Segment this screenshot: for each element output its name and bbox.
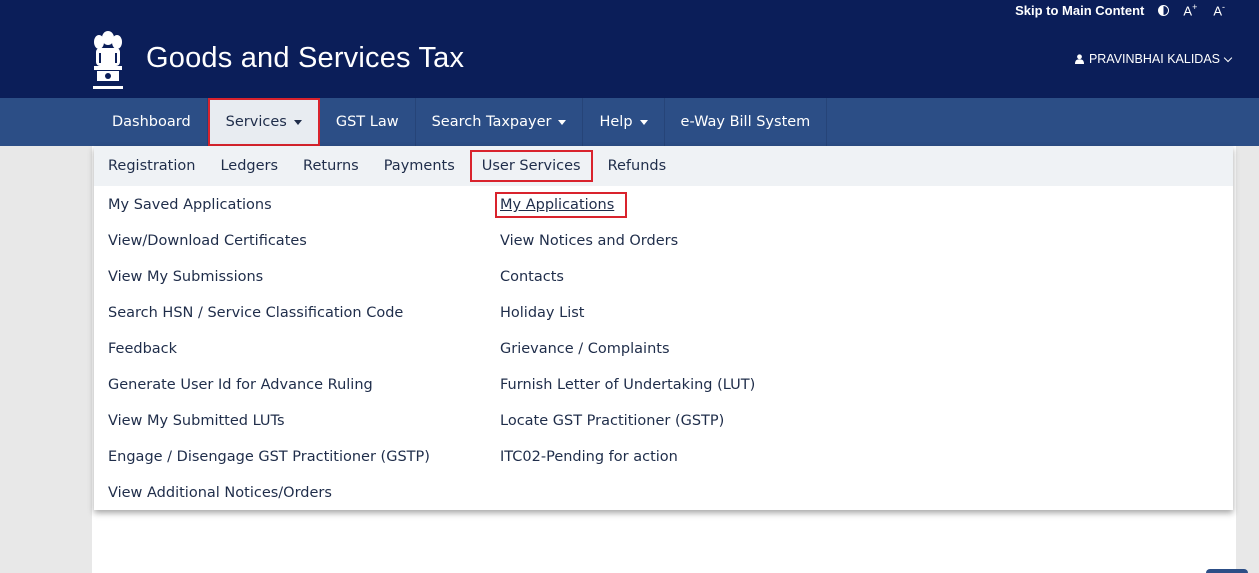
back-to-top-button[interactable] xyxy=(1206,569,1248,573)
user-icon xyxy=(1074,54,1084,64)
services-mega-menu: Registration Ledgers Returns Payments Us… xyxy=(94,146,1233,510)
nav-gst-law[interactable]: GST Law xyxy=(320,98,416,146)
menu-link-my-applications[interactable]: My Applications xyxy=(494,186,755,222)
menu-link-view-notices-orders[interactable]: View Notices and Orders xyxy=(500,222,755,258)
font-decrease-minus: - xyxy=(1222,1,1225,12)
nav-help-label: Help xyxy=(599,114,633,130)
nav-gst-law-label: GST Law xyxy=(335,114,399,130)
font-increase-plus: + xyxy=(1192,1,1198,12)
nav-help[interactable]: Help xyxy=(583,98,665,146)
subnav-user-services[interactable]: User Services xyxy=(469,150,593,182)
services-subnav: Registration Ledgers Returns Payments Us… xyxy=(94,146,1233,186)
menu-column-right: My Applications View Notices and Orders … xyxy=(494,186,755,474)
menu-link-view-download-certificates[interactable]: View/Download Certificates xyxy=(108,222,430,258)
nav-services[interactable]: Services xyxy=(207,98,320,146)
menu-link-view-additional-notices[interactable]: View Additional Notices/Orders xyxy=(108,474,430,510)
chevron-down-icon xyxy=(1223,53,1233,62)
menu-link-furnish-lut[interactable]: Furnish Letter of Undertaking (LUT) xyxy=(500,366,755,402)
emblem-icon[interactable] xyxy=(90,28,126,92)
subnav-ledgers[interactable]: Ledgers xyxy=(210,150,288,182)
menu-link-grievance-complaints[interactable]: Grievance / Complaints xyxy=(500,330,755,366)
nav-eway-bill-label: e-Way Bill System xyxy=(680,114,811,130)
site-title[interactable]: Goods and Services Tax xyxy=(146,42,464,75)
menu-link-view-submitted-luts[interactable]: View My Submitted LUTs xyxy=(108,402,430,438)
menu-link-my-saved-applications[interactable]: My Saved Applications xyxy=(108,186,430,222)
nav-search-taxpayer[interactable]: Search Taxpayer xyxy=(416,98,584,146)
menu-column-left: My Saved Applications View/Download Cert… xyxy=(108,186,430,510)
menu-link-view-my-submissions[interactable]: View My Submissions xyxy=(108,258,430,294)
menu-link-contacts[interactable]: Contacts xyxy=(500,258,755,294)
user-name: PRAVINBHAI KALIDAS xyxy=(1088,52,1220,66)
user-account-menu[interactable]: PRAVINBHAI KALIDAS xyxy=(1074,52,1233,66)
utility-links: Skip to Main Content A+ A- xyxy=(1015,0,1259,20)
site-header: Goods and Services Tax PRAVINBHAI KALIDA… xyxy=(0,20,1259,98)
font-decrease-button[interactable]: A- xyxy=(1213,2,1225,18)
menu-link-generate-user-id-advance-ruling[interactable]: Generate User Id for Advance Ruling xyxy=(108,366,430,402)
nav-dashboard-label: Dashboard xyxy=(112,114,191,130)
top-utility-bar: Skip to Main Content A+ A- xyxy=(0,0,1259,20)
menu-link-feedback[interactable]: Feedback xyxy=(108,330,430,366)
subnav-returns[interactable]: Returns xyxy=(293,150,369,182)
contrast-icon[interactable] xyxy=(1158,4,1170,16)
main-navbar: Dashboard Services GST Law Search Taxpay… xyxy=(0,98,1259,146)
skip-to-main-content-link[interactable]: Skip to Main Content xyxy=(1015,3,1144,18)
caret-down-icon xyxy=(558,119,567,125)
font-increase-letter: A xyxy=(1183,3,1193,19)
font-decrease-letter: A xyxy=(1213,3,1222,19)
nav-dashboard[interactable]: Dashboard xyxy=(96,98,208,146)
menu-link-search-hsn[interactable]: Search HSN / Service Classification Code xyxy=(108,294,430,330)
menu-link-itc02-pending[interactable]: ITC02-Pending for action xyxy=(500,438,755,474)
menu-link-locate-gstp[interactable]: Locate GST Practitioner (GSTP) xyxy=(500,402,755,438)
subnav-payments[interactable]: Payments xyxy=(374,150,465,182)
menu-link-my-applications-label: My Applications xyxy=(494,192,628,218)
nav-services-label: Services xyxy=(225,114,287,130)
caret-down-icon xyxy=(639,119,648,125)
subnav-registration[interactable]: Registration xyxy=(98,150,205,182)
menu-link-holiday-list[interactable]: Holiday List xyxy=(500,294,755,330)
menu-link-engage-disengage-gstp[interactable]: Engage / Disengage GST Practitioner (GST… xyxy=(108,438,430,474)
font-increase-button[interactable]: A+ xyxy=(1183,2,1197,18)
nav-eway-bill-system[interactable]: e-Way Bill System xyxy=(665,98,828,146)
caret-down-icon xyxy=(293,119,302,125)
subnav-refunds[interactable]: Refunds xyxy=(598,150,677,182)
nav-search-taxpayer-label: Search Taxpayer xyxy=(431,114,552,130)
main-nav-items: Dashboard Services GST Law Search Taxpay… xyxy=(96,98,828,146)
